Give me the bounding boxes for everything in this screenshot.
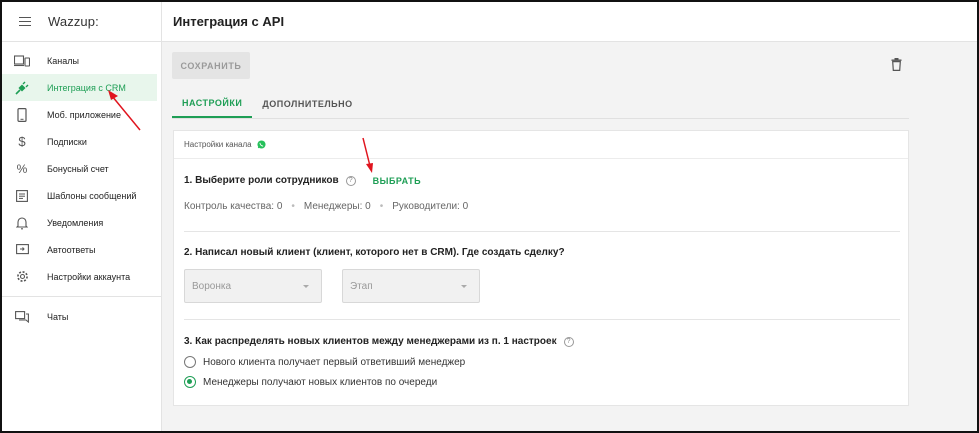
distribution-section: 3. Как распределять новых клиентов между… (184, 336, 574, 347)
percent-icon: % (16, 161, 28, 176)
radio-label: Нового клиента получает первый ответивши… (203, 356, 466, 368)
sidebar-item-mobile-app[interactable]: Моб. приложение (2, 101, 157, 128)
trash-icon[interactable] (891, 58, 902, 76)
phone-icon (2, 107, 42, 122)
sidebar-item-label: Бонусный счет (47, 163, 109, 174)
separator-dot: • (379, 201, 384, 212)
sidebar-item-label: Шаблоны сообщений (47, 190, 137, 201)
plug-icon (2, 81, 42, 95)
stage-placeholder: Этап (350, 280, 373, 292)
tab-bar: НАСТРОЙКИ ДОПОЛНИТЕЛЬНО (172, 90, 909, 119)
sidebar-item-autoreplies[interactable]: Автоответы (2, 236, 157, 263)
radio-first-responder[interactable]: Нового клиента получает первый ответивши… (184, 356, 465, 368)
roles-section: 1. Выберите роли сотрудников ? ВЫБРАТЬ (184, 175, 421, 186)
deal-question: 2. Написал новый клиент (клиент, которог… (184, 247, 565, 258)
sidebar-item-label: Моб. приложение (47, 109, 121, 120)
sidebar-divider (2, 296, 161, 297)
separator-dot: • (291, 201, 295, 212)
sidebar-item-label: Уведомления (47, 217, 104, 228)
sidebar-item-label: Подписки (47, 136, 87, 147)
distribution-question: 3. Как распределять новых клиентов между… (184, 336, 557, 347)
page-header: Интеграция с API (162, 2, 977, 42)
page-title: Интеграция с API (173, 14, 285, 29)
autoreply-icon (2, 243, 42, 256)
chats-icon (2, 310, 42, 323)
sidebar-item-label: Чаты (47, 311, 69, 322)
chevron-down-icon (303, 285, 309, 288)
brand-logo: Wazzup: (48, 14, 99, 29)
sidebar-item-channels[interactable]: Каналы (2, 47, 157, 74)
dollar-icon: $ (18, 134, 26, 149)
channel-settings-card: Настройки канала 1. Выберите роли сотруд… (173, 130, 909, 406)
sidebar-item-subscriptions[interactable]: $ Подписки (2, 128, 157, 155)
sidebar-item-notifications[interactable]: Уведомления (2, 209, 157, 236)
section-divider (184, 231, 900, 232)
sidebar-item-bonus[interactable]: % Бонусный счет (2, 155, 157, 182)
sidebar-item-label: Интеграция с CRM (47, 82, 126, 93)
card-header: Настройки канала (174, 131, 908, 159)
quality-control-count: Контроль качества: 0 (184, 201, 283, 212)
managers-count: Менеджеры: 0 (303, 201, 371, 212)
stage-select[interactable]: Этап (342, 269, 480, 303)
sidebar-item-chats[interactable]: Чаты (2, 303, 157, 330)
sidebar-item-templates[interactable]: Шаблоны сообщений (2, 182, 157, 209)
card-title: Настройки канала (184, 140, 252, 149)
radio-round-robin[interactable]: Менеджеры получают новых клиентов по оче… (184, 376, 437, 388)
radio-button[interactable] (184, 356, 196, 368)
role-counts: Контроль качества: 0 • Менеджеры: 0 • Ру… (184, 201, 468, 212)
funnel-select[interactable]: Воронка (184, 269, 322, 303)
funnel-placeholder: Воронка (192, 280, 232, 292)
devices-icon (2, 54, 42, 67)
supervisors-count: Руководители: 0 (392, 201, 469, 212)
sidebar-nav: Каналы Интеграция с CRM Моб. приложение … (2, 42, 161, 330)
sidebar-item-label: Автоответы (47, 244, 96, 255)
tab-additional[interactable]: ДОПОЛНИТЕЛЬНО (252, 90, 362, 118)
radio-label: Менеджеры получают новых клиентов по оче… (203, 376, 438, 388)
chevron-down-icon (461, 285, 467, 288)
sidebar-item-label: Каналы (47, 55, 79, 66)
choose-roles-button[interactable]: ВЫБРАТЬ (373, 176, 422, 186)
template-icon (2, 189, 42, 202)
whatsapp-icon (257, 136, 266, 154)
help-icon[interactable]: ? (563, 336, 574, 347)
section-divider (184, 319, 900, 320)
app-window: Wazzup: Каналы Интеграция с CRM Моб. при… (0, 0, 979, 433)
sidebar-header: Wazzup: (2, 2, 161, 42)
gear-icon (2, 270, 42, 283)
sidebar-item-label: Настройки аккаунта (47, 271, 131, 282)
roles-question: 1. Выберите роли сотрудников (184, 175, 339, 186)
radio-button-selected[interactable] (184, 376, 196, 388)
sidebar-item-account-settings[interactable]: Настройки аккаунта (2, 263, 157, 290)
sidebar-item-crm-integration[interactable]: Интеграция с CRM (2, 74, 157, 101)
menu-icon[interactable] (2, 20, 48, 23)
tab-settings[interactable]: НАСТРОЙКИ (172, 90, 253, 118)
bell-icon (2, 216, 42, 230)
sidebar: Wazzup: Каналы Интеграция с CRM Моб. при… (2, 2, 162, 431)
help-icon[interactable]: ? (345, 175, 356, 186)
save-button[interactable]: СОХРАНИТЬ (172, 52, 250, 79)
